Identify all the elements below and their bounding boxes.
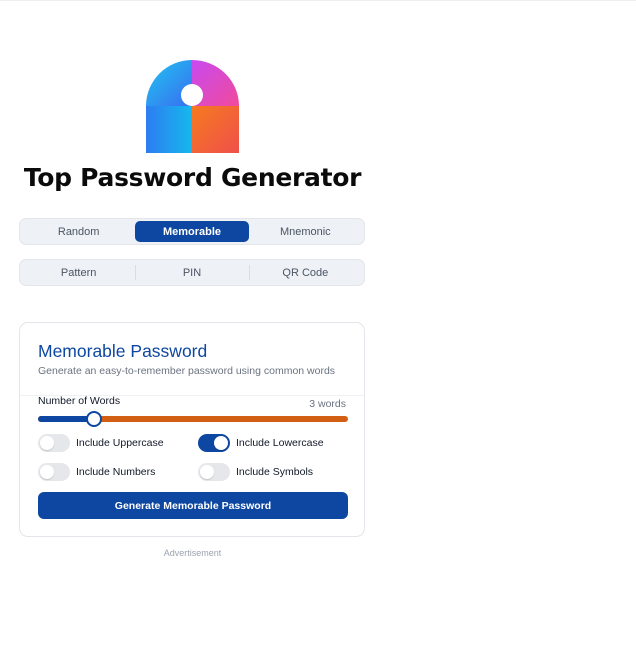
padlock-logo-icon bbox=[146, 60, 239, 153]
tab-pin[interactable]: PIN bbox=[135, 262, 248, 283]
words-count-value: 3 words bbox=[309, 398, 346, 410]
lowercase-toggle[interactable] bbox=[198, 434, 230, 452]
words-slider[interactable] bbox=[38, 411, 348, 427]
generate-memorable-password-button[interactable]: Generate Memorable Password bbox=[38, 492, 348, 519]
tab-random[interactable]: Random bbox=[22, 221, 135, 242]
tab-memorable[interactable]: Memorable bbox=[135, 221, 249, 242]
numbers-toggle[interactable] bbox=[38, 463, 70, 481]
tab-mnemonic[interactable]: Mnemonic bbox=[249, 221, 362, 242]
generator-tabs-row-2: Pattern PIN QR Code bbox=[19, 259, 365, 286]
card-title: Memorable Password bbox=[38, 341, 208, 361]
numbers-label: Include Numbers bbox=[76, 466, 156, 478]
top-divider bbox=[0, 0, 636, 1]
symbols-toggle[interactable] bbox=[198, 463, 230, 481]
words-count-label: Number of Words bbox=[38, 395, 121, 407]
tab-pattern[interactable]: Pattern bbox=[22, 262, 135, 283]
card-description: Generate an easy-to-remember password us… bbox=[38, 365, 336, 377]
generator-tabs-row-1: Random Memorable Mnemonic bbox=[19, 218, 365, 245]
symbols-label: Include Symbols bbox=[236, 466, 314, 478]
words-slider-thumb[interactable] bbox=[85, 411, 102, 427]
advertisement-label: Advertisement bbox=[163, 548, 222, 558]
uppercase-toggle[interactable] bbox=[38, 434, 70, 452]
lowercase-label: Include Lowercase bbox=[236, 437, 324, 449]
option-symbols[interactable]: Include Symbols bbox=[198, 463, 313, 481]
option-numbers[interactable]: Include Numbers bbox=[38, 463, 155, 481]
tab-qr-code[interactable]: QR Code bbox=[248, 262, 362, 283]
memorable-password-card: Memorable Password Generate an easy-to-r… bbox=[19, 322, 365, 537]
option-uppercase[interactable]: Include Uppercase bbox=[38, 434, 164, 452]
option-lowercase[interactable]: Include Lowercase bbox=[198, 434, 324, 452]
page-title: Top Password Generator bbox=[23, 163, 362, 192]
uppercase-label: Include Uppercase bbox=[76, 437, 164, 449]
